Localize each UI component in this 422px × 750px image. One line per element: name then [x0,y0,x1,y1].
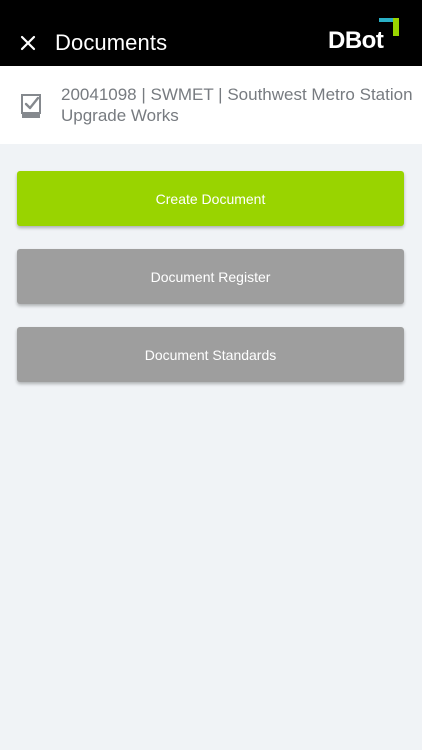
project-header[interactable]: 20041098 | SWMET | Southwest Metro Stati… [0,66,422,144]
project-title: 20041098 | SWMET | Southwest Metro Stati… [61,85,413,125]
close-icon [20,35,36,51]
page-title: Documents [55,30,168,55]
close-button[interactable] [14,29,42,57]
dbot-logo: DBot [328,18,399,54]
document-standards-button[interactable]: Document Standards [17,327,404,382]
document-register-button[interactable]: Document Register [17,249,404,304]
logo-text: DBot [328,27,384,54]
checklist-icon [21,94,41,118]
create-document-button[interactable]: Create Document [17,171,404,226]
top-bar: Documents DBot [0,0,422,66]
